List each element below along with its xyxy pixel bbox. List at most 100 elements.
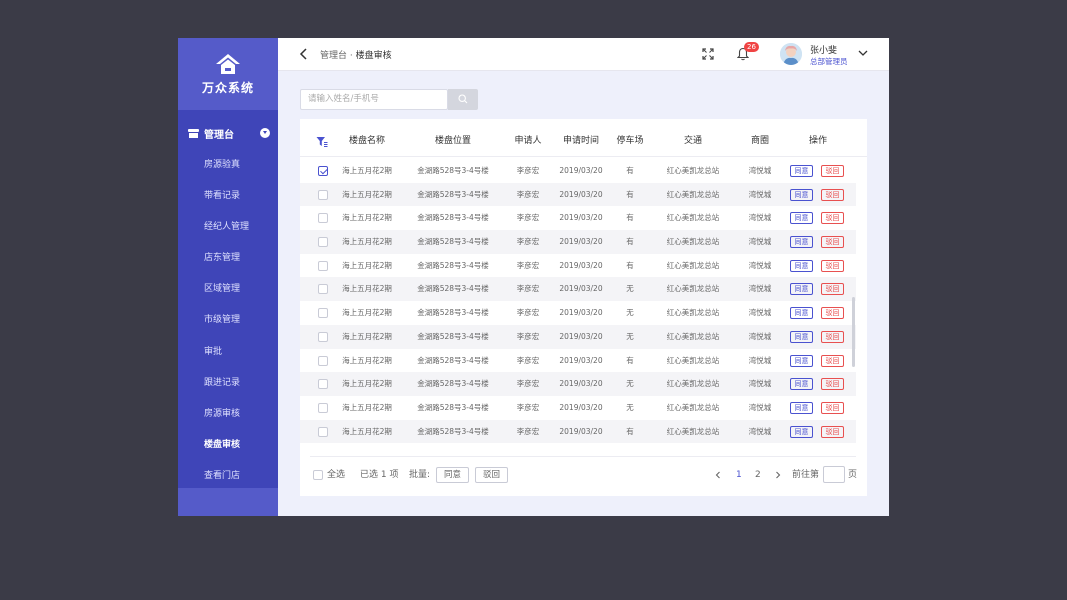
back-arrow-icon[interactable] [298, 48, 310, 60]
cell-location: 金湖路528号3-4号楼 [417, 260, 489, 270]
row-checkbox[interactable] [318, 189, 328, 200]
sidebar-item[interactable]: 市级管理 [178, 305, 278, 336]
reject-button[interactable]: 驳回 [821, 188, 844, 201]
cell-parking: 无 [626, 308, 634, 318]
cell-applicant: 李彦宏 [516, 189, 540, 199]
batch-reject-button[interactable]: 驳回 [475, 467, 508, 483]
sidebar-item[interactable]: 区域管理 [178, 274, 278, 305]
row-checkbox[interactable] [318, 166, 328, 176]
search-input[interactable]: 请输入姓名/手机号 [300, 89, 448, 110]
reject-button[interactable]: 驳回 [821, 401, 844, 414]
cell-date: 2019/03/20 [559, 355, 603, 365]
table-row: 海上五月花2期 金湖路528号3-4号楼 李彦宏 2019/03/20 无 红心美凯龙总站… [300, 324, 856, 349]
agree-button[interactable]: 同意 [790, 307, 813, 320]
table-body: 海上五月花2期 金湖路528号3-4号楼 李彦宏 2019/03/20 有红心美凯龙总站… [300, 159, 856, 444]
cell-date: 2019/03/20 [559, 402, 603, 412]
reject-button[interactable]: 驳回 [821, 354, 844, 367]
cell-applicant: 李彦宏 [516, 426, 540, 436]
chevron-down-icon[interactable] [858, 49, 868, 57]
select-all-checkbox[interactable] [313, 470, 323, 480]
cell-district: 湾悦城 [748, 379, 772, 389]
agree-button[interactable]: 同意 [790, 259, 813, 272]
agree-button[interactable]: 同意 [790, 165, 813, 177]
column-header-location: 楼盘位置 [434, 136, 471, 146]
cell-district: 湾悦城 [748, 426, 772, 436]
search-button[interactable] [448, 89, 478, 110]
select-all-label[interactable]: 全选 [327, 468, 345, 482]
sidebar-item[interactable]: 房源审核 [178, 399, 278, 430]
filter-icon[interactable] [316, 136, 328, 148]
column-header-traffic: 交通 [683, 136, 702, 146]
agree-button[interactable]: 同意 [790, 236, 813, 249]
agree-button[interactable]: 同意 [790, 188, 813, 201]
batch-agree-button[interactable]: 同意 [436, 467, 469, 483]
sidebar-item[interactable]: 审批 [178, 337, 278, 368]
sidebar-item[interactable]: 带看记录 [178, 181, 278, 212]
table-header: 楼盘名称 楼盘位置 申请人 申请时间 停车场 交通 商圈 操作 [300, 127, 867, 157]
chevron-down-icon[interactable] [260, 128, 270, 138]
cell-date: 2019/03/20 [559, 189, 603, 199]
cell-parking: 无 [626, 331, 634, 341]
sidebar-item[interactable]: 房源验真 [178, 150, 278, 181]
sidebar-item[interactable]: 经纪人管理 [178, 212, 278, 243]
cell-date: 2019/03/20 [559, 260, 603, 270]
reject-button[interactable]: 驳回 [821, 425, 844, 438]
table-row: 海上五月花2期 金湖路528号3-4号楼 李彦宏 2019/03/20 有 红心美凯龙总站… [300, 159, 856, 183]
table-scrollbar[interactable] [852, 297, 855, 367]
agree-button[interactable]: 同意 [790, 330, 813, 343]
cell-traffic: 红心美凯龙总站 [666, 213, 720, 223]
cell-traffic: 红心美凯龙总站 [666, 426, 720, 436]
page-2-button[interactable]: 2 [755, 468, 761, 482]
goto-label: 前往第 [792, 470, 820, 480]
table-row: 海上五月花2期 金湖路528号3-4号楼 李彦宏 2019/03/20 无 红心美凯龙总站… [300, 301, 856, 325]
reject-button[interactable]: 驳回 [821, 330, 844, 343]
row-checkbox[interactable] [318, 355, 328, 366]
row-checkbox[interactable] [318, 379, 328, 390]
cell-district: 湾悦城 [748, 308, 772, 318]
table-row: 海上五月花2期 金湖路528号3-4号楼 李彦宏 2019/03/20 无 红心美凯龙总站… [300, 372, 856, 396]
row-checkbox[interactable] [318, 213, 328, 224]
next-page-icon[interactable] [774, 471, 782, 479]
table-row: 海上五月花2期 金湖路528号3-4号楼 李彦宏 2019/03/20 有 红心美凯龙总站… [300, 230, 856, 254]
cell-applicant: 李彦宏 [516, 308, 540, 318]
agree-button[interactable]: 同意 [790, 212, 813, 225]
reject-button[interactable]: 驳回 [821, 259, 844, 272]
cell-parking: 无 [626, 402, 634, 412]
agree-button[interactable]: 同意 [790, 401, 813, 414]
reject-button[interactable]: 驳回 [821, 212, 844, 225]
reject-button[interactable]: 驳回 [821, 236, 844, 249]
sidebar-item[interactable]: 店东管理 [178, 243, 278, 274]
reject-button[interactable]: 驳回 [821, 378, 844, 391]
page-1-button[interactable]: 1 [736, 468, 742, 482]
agree-button[interactable]: 同意 [790, 378, 813, 391]
row-checkbox[interactable] [318, 402, 328, 413]
row-checkbox[interactable] [318, 308, 328, 319]
prev-page-icon[interactable] [714, 471, 722, 479]
cell-location: 金湖路528号3-4号楼 [417, 189, 489, 199]
row-checkbox[interactable] [318, 260, 328, 271]
selected-count: 已选 1 项 [360, 468, 399, 482]
agree-button[interactable]: 同意 [790, 425, 813, 438]
menu-group-dashboard[interactable]: 管理台 [178, 116, 278, 150]
cell-applicant: 李彦宏 [516, 355, 540, 365]
row-checkbox[interactable] [318, 426, 328, 437]
cell-name: 海上五月花2期 [342, 237, 392, 247]
cell-name: 海上五月花2期 [342, 284, 392, 294]
agree-button[interactable]: 同意 [790, 354, 813, 367]
row-checkbox[interactable] [318, 331, 328, 342]
sidebar-item[interactable]: 楼盘审核 [178, 430, 278, 461]
cell-applicant: 李彦宏 [516, 260, 540, 270]
avatar[interactable] [780, 43, 802, 65]
sidebar-item[interactable]: 跟进记录 [178, 368, 278, 399]
row-checkbox[interactable] [318, 237, 328, 248]
agree-button[interactable]: 同意 [790, 283, 813, 296]
table-row: 海上五月花2期 金湖路528号3-4号楼 李彦宏 2019/03/20 有 红心美凯龙总站… [300, 419, 856, 444]
breadcrumb-root[interactable]: 管理台 [320, 51, 347, 61]
fullscreen-icon[interactable] [702, 48, 714, 60]
row-checkbox[interactable] [318, 284, 328, 295]
goto-page-input[interactable] [823, 466, 845, 483]
reject-button[interactable]: 驳回 [821, 307, 844, 320]
reject-button[interactable]: 驳回 [821, 165, 844, 177]
reject-button[interactable]: 驳回 [821, 283, 844, 296]
selected-suffix: 项 [389, 470, 399, 480]
